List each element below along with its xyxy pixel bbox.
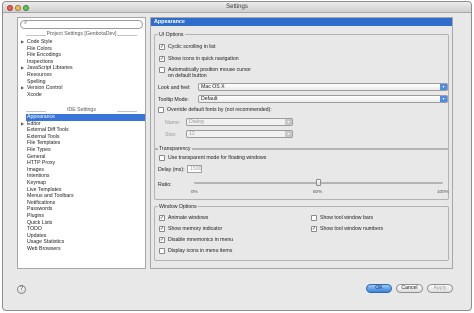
show-icons-quick-nav-label: Show icons in quick navigation [168, 56, 239, 62]
transparency-title: Transparency [158, 146, 192, 152]
cyclic-scrolling-checkbox[interactable]: ✓ [159, 44, 165, 50]
font-name-label: Name: [165, 120, 181, 126]
sidebar-item-label: Notifications [27, 199, 56, 206]
ratio-max-label: 100% [437, 189, 449, 194]
expand-arrow-icon[interactable]: ▶ [21, 39, 24, 46]
chevron-down-icon: ▾ [285, 131, 292, 137]
sidebar-item-label: Version Control [27, 85, 63, 92]
ratio-mid-label: 50% [313, 189, 323, 194]
font-name-value: Dialog [189, 119, 204, 125]
sidebar-item-xcode[interactable]: Xcode [27, 92, 145, 99]
chevron-down-icon: ▾ [440, 96, 447, 102]
sidebar-item-label: Spelling [27, 78, 46, 85]
delay-label: Delay (ms): [158, 167, 185, 173]
font-size-select[interactable]: 12 ▾ [186, 130, 293, 138]
sidebar-item-label: Editor [27, 120, 41, 127]
sidebar-item-label: Usage Statistics [27, 239, 65, 246]
ratio-slider-thumb[interactable] [316, 179, 321, 186]
search-icon: ⌕ [24, 20, 28, 26]
ok-button[interactable]: OK [366, 284, 392, 293]
animate-windows-checkbox[interactable]: ✓ [159, 215, 165, 221]
look-and-feel-value: Mac OS X [201, 84, 225, 90]
tooltip-mode-label: Tooltip Mode: [158, 97, 189, 103]
sidebar-item-label: File Types [27, 147, 51, 153]
sidebar-item-label: Menus and Toolbars [27, 193, 74, 200]
cyclic-scrolling-label: Cyclic scrolling in list [168, 44, 216, 50]
sidebar-item-label: Appearance [27, 114, 55, 120]
window-title: Settings [226, 4, 248, 10]
sidebar-item-label: Inspections [27, 58, 54, 65]
sidebar-item-label: Live Templates [27, 186, 62, 193]
show-tool-numbers-label: Show tool window numbers [320, 226, 384, 232]
settings-sidebar: ⌕ Project Settings [GenbotaDev] ▶ Code St… [17, 17, 146, 269]
settings-search-box[interactable]: ⌕ [20, 20, 143, 29]
sidebar-item-label: General [27, 153, 46, 160]
sidebar-item-label: File Encodings [27, 52, 62, 59]
settings-content: Appearance UI Options ✓ Cyclic scrolling… [150, 17, 453, 269]
animate-windows-label: Animate windows [168, 215, 209, 221]
use-transparent-label: Use transparent mode for floating window… [168, 155, 267, 161]
cancel-button[interactable]: Cancel [396, 284, 423, 293]
show-memory-checkbox[interactable]: ✓ [159, 226, 165, 232]
ui-options-title: UI Options [158, 32, 185, 38]
sidebar-item-label: Quick Lists [27, 219, 53, 226]
sidebar-item-label: Intentions [27, 173, 50, 180]
disable-mnemonics-checkbox[interactable]: ✓ [159, 237, 165, 243]
override-fonts-label: Override default fonts by (not recommend… [167, 107, 272, 113]
expand-arrow-icon[interactable]: ▶ [21, 65, 24, 72]
show-tool-bars-label: Show tool window bars [320, 215, 374, 221]
sidebar-item-label: JavaScript Libraries [27, 65, 73, 72]
sidebar-item-label: Plugins [27, 213, 45, 219]
show-memory-label: Show memory indicator [168, 226, 223, 232]
font-size-label: Size: [165, 132, 177, 138]
display-icons-menu-label: Display icons in menu items [168, 248, 233, 254]
font-size-value: 12 [189, 131, 195, 137]
title-bar: Settings [3, 2, 471, 13]
auto-position-mouse-checkbox[interactable] [159, 67, 165, 73]
ratio-min-label: 0% [191, 189, 198, 194]
show-tool-numbers-checkbox[interactable]: ✓ [311, 226, 317, 232]
sidebar-item-label: HTTP Proxy [27, 160, 56, 167]
delay-field[interactable]: 1500 [187, 165, 202, 173]
chevron-down-icon: ▾ [285, 119, 292, 125]
sidebar-item-label: Images [27, 166, 45, 173]
sidebar-item-label: Web Browsers [27, 246, 61, 252]
show-tool-bars-checkbox[interactable] [311, 215, 317, 221]
expand-arrow-icon[interactable]: ▶ [21, 85, 24, 92]
look-and-feel-label: Look and feel: [158, 85, 191, 91]
sidebar-item-web-browsers[interactable]: Web Browsers [27, 246, 145, 253]
display-icons-menu-checkbox[interactable] [159, 248, 165, 254]
ide-settings-header: IDE Settings [18, 107, 145, 114]
sidebar-item-label: TODO [27, 226, 42, 233]
chevron-down-icon: ▾ [440, 84, 447, 90]
show-icons-quick-nav-checkbox[interactable]: ✓ [159, 56, 165, 62]
override-fonts-checkbox[interactable] [158, 107, 164, 113]
disable-mnemonics-label: Disable mnemonics in menu [168, 237, 234, 243]
sidebar-item-label: Keymap [27, 180, 47, 186]
sidebar-item-label: External Diff Tools [27, 127, 69, 134]
look-and-feel-select[interactable]: Mac OS X ▾ [198, 83, 448, 91]
search-input[interactable] [31, 21, 141, 28]
apply-button[interactable]: Apply [427, 284, 453, 293]
auto-position-mouse-label-2: on default button [168, 73, 207, 79]
ratio-label: Ratio: [158, 182, 172, 188]
font-name-select[interactable]: Dialog ▾ [186, 118, 293, 126]
sidebar-item-label: Xcode [27, 91, 42, 98]
sidebar-item-label: File Colors [27, 45, 52, 52]
window-options-title: Window Options [158, 204, 198, 210]
sidebar-item-label: Code Style [27, 39, 53, 45]
sidebar-item-label: Resources [27, 72, 52, 78]
expand-arrow-icon[interactable]: ▶ [21, 121, 24, 128]
tooltip-mode-select[interactable]: Default ▾ [198, 95, 448, 103]
use-transparent-checkbox[interactable] [159, 155, 165, 161]
sidebar-item-label: Passwords [27, 206, 53, 213]
sidebar-item-label: External Tools [27, 133, 60, 140]
help-button[interactable]: ? [17, 285, 26, 294]
project-settings-header: Project Settings [GenbotaDev] [18, 31, 145, 38]
page-title: Appearance [151, 18, 452, 26]
sidebar-item-label: Updates [27, 232, 47, 239]
tooltip-mode-value: Default [201, 96, 218, 102]
sidebar-item-label: File Templates [27, 140, 61, 147]
